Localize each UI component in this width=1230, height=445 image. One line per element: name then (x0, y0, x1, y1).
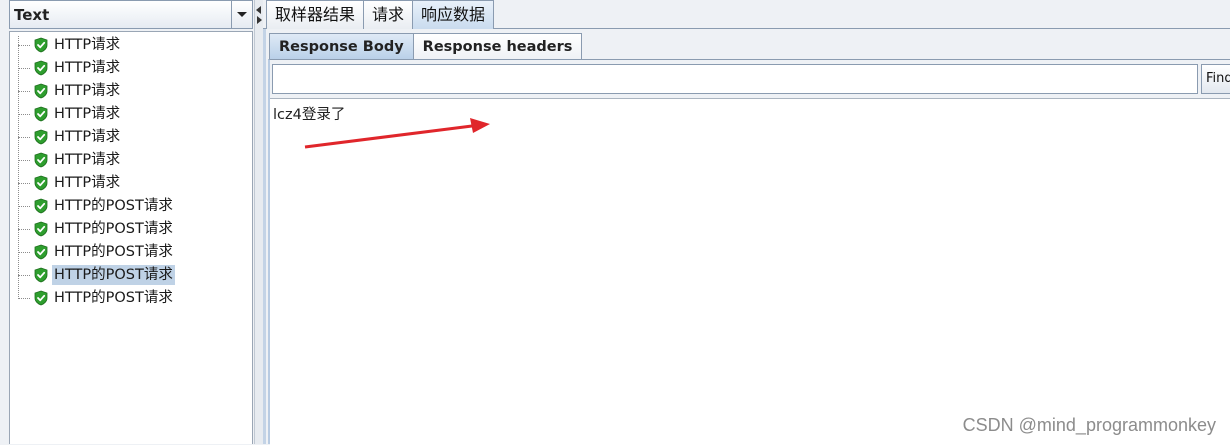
tree-item[interactable]: HTTP请求 (10, 126, 250, 148)
pane-splitter[interactable] (254, 0, 263, 444)
tab-response-headers[interactable]: Response headers (412, 33, 583, 60)
tree-branch-line (18, 68, 30, 69)
tree-branch-line (18, 275, 30, 276)
search-row: Find (272, 64, 1230, 96)
tab-sampler-result[interactable]: 取样器结果 (266, 0, 365, 29)
annotation-arrow-icon (304, 118, 490, 149)
success-shield-icon (34, 37, 48, 53)
tree-item[interactable]: HTTP的POST请求 (10, 218, 250, 240)
tree-item-label: HTTP请求 (54, 152, 121, 168)
success-shield-icon (34, 129, 48, 145)
find-button[interactable]: Find (1201, 64, 1230, 94)
tree-item[interactable]: HTTP的POST请求 (10, 241, 250, 263)
search-input[interactable] (272, 64, 1198, 94)
tree-item[interactable]: HTTP请求 (10, 34, 250, 56)
tree-item[interactable]: HTTP请求 (10, 57, 250, 79)
tab-response-body[interactable]: Response Body (269, 33, 414, 60)
result-tabs: 取样器结果 请求 响应数据 (266, 0, 495, 29)
success-shield-icon (34, 221, 48, 237)
tree-item[interactable]: HTTP的POST请求 (10, 287, 250, 309)
tree-item-label: HTTP的POST请求 (54, 244, 173, 260)
renderer-select-value: Text (14, 5, 50, 24)
tree-item-label: HTTP的POST请求 (54, 221, 173, 237)
success-shield-icon (34, 83, 48, 99)
tree-item[interactable]: HTTP的POST请求 (10, 264, 250, 286)
success-shield-icon (34, 267, 48, 283)
tree-item-label: HTTP请求 (54, 83, 121, 99)
tree-branch-line (18, 114, 30, 115)
result-detail-panel: 取样器结果 请求 响应数据 Response Body Response hea… (263, 0, 1230, 445)
tree-item-label: HTTP的POST请求 (52, 265, 175, 285)
tree-item[interactable]: HTTP请求 (10, 103, 250, 125)
collapse-right-icon[interactable] (257, 16, 262, 24)
tree-item[interactable]: HTTP请求 (10, 80, 250, 102)
success-shield-icon (34, 198, 48, 214)
success-shield-icon (34, 152, 48, 168)
success-shield-icon (34, 290, 48, 306)
tree-branch-line (18, 91, 30, 92)
collapse-left-icon[interactable] (256, 6, 261, 14)
renderer-select[interactable]: Text (9, 0, 253, 29)
tree-item-label: HTTP请求 (54, 175, 121, 191)
tree-item-label: HTTP请求 (54, 129, 121, 145)
tree-branch-line (18, 160, 30, 161)
tree-item-label: HTTP请求 (54, 60, 121, 76)
tree-item[interactable]: HTTP的POST请求 (10, 195, 250, 217)
tree-branch-line (18, 252, 30, 253)
tab-response-data[interactable]: 响应数据 (412, 0, 495, 29)
success-shield-icon (34, 106, 48, 122)
tree-item[interactable]: HTTP请求 (10, 172, 250, 194)
response-body-frame: Find lcz4登录了 (268, 59, 1230, 445)
response-data-frame: Response Body Response headers Find lcz4… (263, 29, 1230, 445)
chevron-down-icon[interactable] (231, 1, 252, 28)
tree-item-label: HTTP的POST请求 (54, 290, 173, 306)
success-shield-icon (34, 60, 48, 76)
tree-branch-line (18, 45, 30, 46)
tree-branch-line (18, 229, 30, 230)
response-subtabs: Response Body Response headers (269, 33, 583, 60)
results-tree: HTTP请求 HTTP请求 HTTP请求 HTTP请求 HTTP请求 HTTP请求 HTTP… (9, 31, 253, 444)
response-body-text-area[interactable]: lcz4登录了 (270, 98, 1230, 445)
tree-branch-line (18, 206, 30, 207)
results-tree-panel: Text HTTP请求 HTTP请求 HTTP请求 HTTP请求 HTTP请求 HTTP请… (0, 0, 254, 444)
success-shield-icon (34, 244, 48, 260)
watermark: CSDN @mind_programmonkey (962, 415, 1216, 435)
success-shield-icon (34, 175, 48, 191)
tree-branch-line (18, 183, 30, 184)
tree-branch-line (18, 298, 30, 299)
tab-request[interactable]: 请求 (363, 0, 414, 29)
tree-item-label: HTTP请求 (54, 106, 121, 122)
tree-branch-line (18, 137, 30, 138)
tree-item-label: HTTP的POST请求 (54, 198, 173, 214)
tree-item-label: HTTP请求 (54, 37, 121, 53)
tree-item[interactable]: HTTP请求 (10, 149, 250, 171)
